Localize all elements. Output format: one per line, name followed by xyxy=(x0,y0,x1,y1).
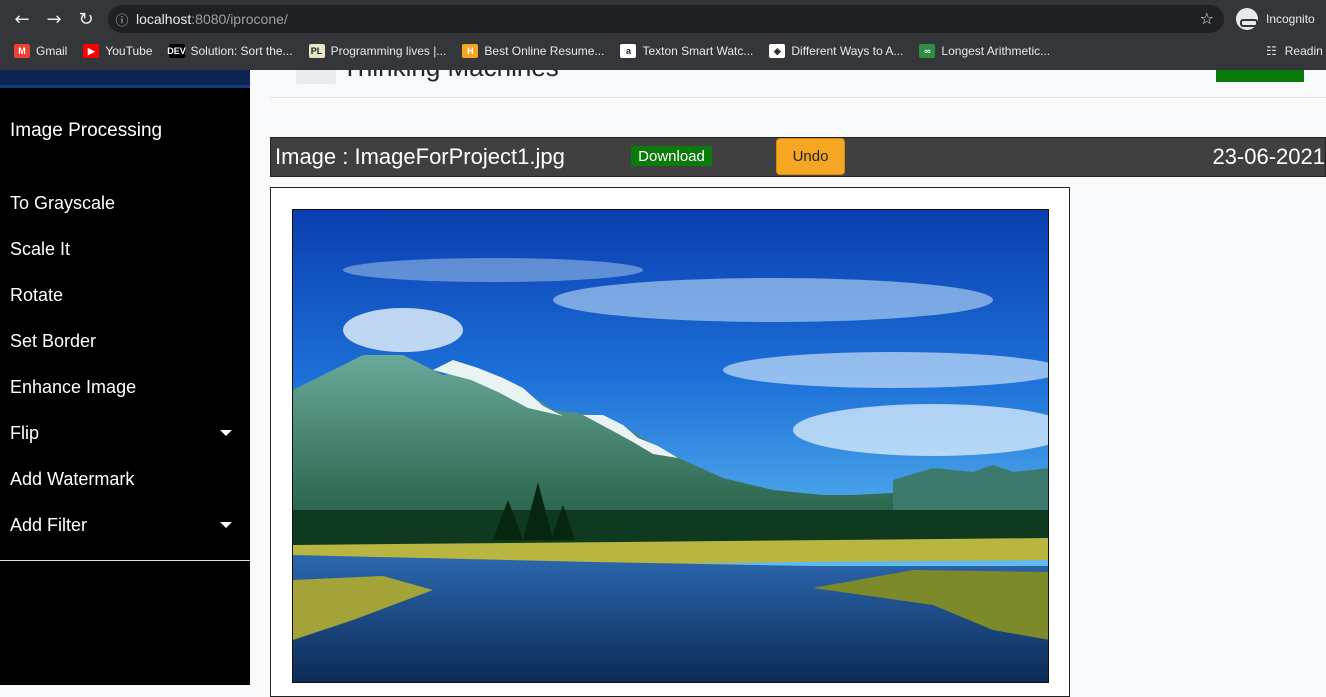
page-content: Image Processing To Grayscale Scale It Rot… xyxy=(0,70,1326,697)
reading-list[interactable]: ☷ Readin xyxy=(1266,38,1323,64)
sidebar-item-label: Flip xyxy=(10,422,40,443)
back-arrow-icon[interactable]: ← xyxy=(8,5,36,33)
image-name: Image : ImageForProject1.jpg xyxy=(275,144,565,169)
diamond-icon: ◈ xyxy=(769,44,786,58)
sidebar-item-add-watermark[interactable]: Add Watermark xyxy=(0,456,250,502)
sidebar-title: Image Processing xyxy=(10,120,163,141)
bookmark-item[interactable]: a Texton Smart Watc... xyxy=(620,44,753,58)
bookmark-label: Solution: Sort the... xyxy=(190,44,293,58)
bookmark-star-icon[interactable]: ☆ xyxy=(1200,9,1214,28)
bookmarks-bar: M Gmail ▶ YouTube DEV Solution: Sort the... PL… xyxy=(0,38,1326,64)
browser-toolbar: ← → ↻ ⓘ localhost:8080/iprocone/ ☆ Incog… xyxy=(0,0,1326,38)
address-url: localhost:8080/iprocone/ xyxy=(136,11,288,27)
geeks-icon: ∞ xyxy=(919,44,936,58)
gmail-icon: M xyxy=(14,44,30,58)
amazon-icon: a xyxy=(620,44,637,58)
landscape-image-svg xyxy=(293,210,1048,682)
bookmark-item[interactable]: DEV Solution: Sort the... xyxy=(167,44,293,58)
incognito-badge[interactable]: Incognito xyxy=(1236,8,1315,30)
sidebar-item-label: Rotate xyxy=(10,284,64,305)
sidebar-item-label: Add Filter xyxy=(10,514,88,535)
undo-button[interactable]: Undo xyxy=(776,138,845,175)
incognito-icon xyxy=(1236,8,1258,30)
landscape-image xyxy=(292,209,1049,683)
sidebar-item-label: Add Watermark xyxy=(10,468,135,489)
bookmark-item[interactable]: ▶ YouTube xyxy=(83,44,153,58)
sidebar-item-rotate[interactable]: Rotate xyxy=(0,272,250,318)
reload-icon[interactable]: ↻ xyxy=(72,5,100,33)
sidebar-item-label: Enhance Image xyxy=(10,376,137,397)
header-action-button[interactable] xyxy=(1216,70,1304,82)
bookmark-item[interactable]: ∞ Longest Arithmetic... xyxy=(919,44,1050,58)
sidebar-menu: To Grayscale Scale It Rotate Set Border Enha… xyxy=(0,180,250,548)
url-path: :8080/iprocone/ xyxy=(191,11,288,27)
image-date: 23-06-2021 xyxy=(1212,144,1325,169)
header: Thinking Machines xyxy=(270,70,1326,98)
bookmark-item[interactable]: ◈ Different Ways to A... xyxy=(769,44,903,58)
resume-icon: H xyxy=(462,44,479,58)
forward-arrow-icon[interactable]: → xyxy=(40,5,68,33)
sidebar-divider xyxy=(0,560,250,561)
youtube-icon: ▶ xyxy=(83,44,100,58)
dev-icon: DEV xyxy=(167,44,186,58)
site-info-icon[interactable]: ⓘ xyxy=(108,10,136,29)
browser-chrome: ← → ↻ ⓘ localhost:8080/iprocone/ ☆ Incog… xyxy=(0,0,1326,70)
sidebar-item-label: Scale It xyxy=(10,238,71,259)
reading-list-icon: ☷ xyxy=(1266,44,1277,58)
caret-down-icon xyxy=(220,522,232,528)
address-bar[interactable]: ⓘ localhost:8080/iprocone/ ☆ xyxy=(108,5,1224,33)
sidebar-item-set-border[interactable]: Set Border xyxy=(0,318,250,364)
image-toolbar: Image : ImageForProject1.jpg Download Un… xyxy=(270,137,1326,177)
sidebar-item-label: Set Border xyxy=(10,330,97,351)
bookmark-item[interactable]: PL Programming lives |... xyxy=(308,44,447,58)
sidebar-item-label: To Grayscale xyxy=(10,192,116,213)
bookmark-label: YouTube xyxy=(105,44,153,58)
bookmark-label: Longest Arithmetic... xyxy=(941,44,1051,58)
bookmark-item[interactable]: M Gmail xyxy=(14,44,67,58)
sidebar-item-add-filter[interactable]: Add Filter xyxy=(0,502,250,548)
caret-down-icon xyxy=(220,430,232,436)
header-title: Thinking Machines xyxy=(342,70,559,83)
sidebar: Image Processing To Grayscale Scale It Rot… xyxy=(0,70,250,685)
download-button[interactable]: Download xyxy=(631,146,712,166)
sidebar-item-flip[interactable]: Flip xyxy=(0,410,250,456)
reading-list-label: Readin xyxy=(1284,44,1323,58)
bookmark-item[interactable]: H Best Online Resume... xyxy=(462,44,604,58)
image-frame xyxy=(270,187,1070,697)
sidebar-item-scale-it[interactable]: Scale It xyxy=(0,226,250,272)
url-host: localhost xyxy=(136,11,192,27)
incognito-label: Incognito xyxy=(1266,12,1315,26)
programming-lives-icon: PL xyxy=(308,44,325,58)
sidebar-item-to-grayscale[interactable]: To Grayscale xyxy=(0,180,250,226)
bookmark-label: Gmail xyxy=(36,44,68,58)
bookmark-label: Texton Smart Watc... xyxy=(642,44,754,58)
bookmark-label: Different Ways to A... xyxy=(791,44,904,58)
bookmark-label: Programming lives |... xyxy=(330,44,447,58)
logo xyxy=(296,70,336,84)
sidebar-item-enhance-image[interactable]: Enhance Image xyxy=(0,364,250,410)
bookmark-label: Best Online Resume... xyxy=(484,44,605,58)
sidebar-topbar xyxy=(0,70,250,88)
